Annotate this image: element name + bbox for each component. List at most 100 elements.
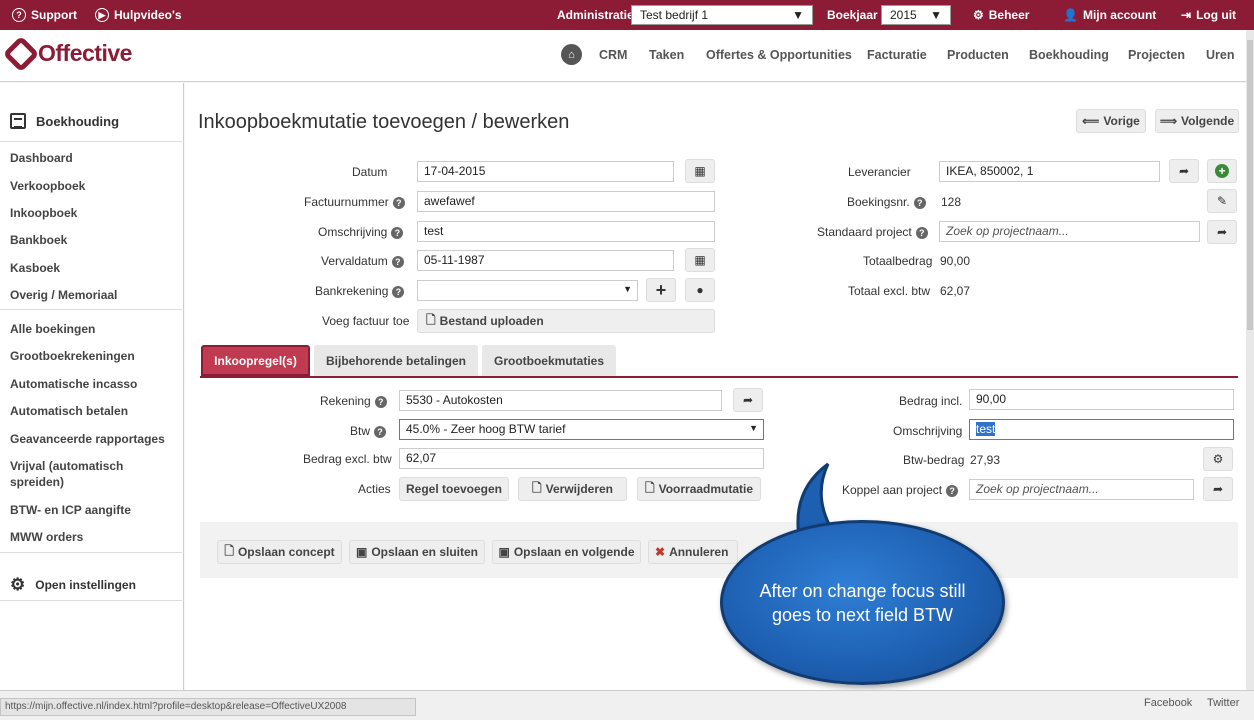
sidebar-item-rapportages[interactable]: Geavanceerde rapportages (10, 431, 170, 447)
bedrag-excl-field[interactable]: 62,07 (399, 448, 764, 469)
calendar-icon[interactable]: ▦ (685, 159, 715, 183)
sidebar-item-dashboard[interactable]: Dashboard (10, 150, 170, 166)
sidebar-item-verkoopboek[interactable]: Verkoopboek (10, 178, 170, 194)
logo-icon (2, 35, 40, 72)
gear-icon[interactable]: ⚙ (1203, 447, 1233, 471)
nav-offertes[interactable]: Offertes & Opportunities (706, 30, 852, 80)
datum-field[interactable]: 17-04-2015 (417, 161, 674, 182)
tab-grootboekmutaties[interactable]: Grootboekmutaties (482, 345, 616, 376)
cancel-button[interactable]: ✖ Annuleren (648, 540, 738, 564)
bankrekening-select[interactable]: ▼ (417, 280, 638, 301)
save-icon: ▣ (498, 545, 510, 559)
help-icon: ? (392, 196, 405, 209)
upload-button[interactable]: 🗋 Bestand uploaden (417, 309, 715, 333)
share-arrow-icon[interactable]: ➦ (1207, 220, 1237, 244)
share-arrow-icon[interactable]: ➦ (1169, 159, 1199, 183)
administration-select[interactable]: Test bedrijf 1 ▼ (631, 5, 813, 25)
sidebar-item-automatische-incasso[interactable]: Automatische incasso (10, 376, 170, 392)
nav-uren[interactable]: Uren (1206, 30, 1234, 80)
file-icon: 🗋 (644, 480, 655, 495)
brand-logo[interactable]: Offective (2, 35, 132, 72)
totaalbedrag-label: Totaalbedrag (863, 254, 933, 268)
boekingsnr-label: Boekingsnr.? (847, 195, 926, 209)
file-icon: 🗋 (426, 312, 436, 327)
nav-projecten[interactable]: Projecten (1128, 30, 1185, 80)
twitter-link[interactable]: Twitter (1207, 697, 1239, 709)
omschrijving-label: Omschrijving? (318, 225, 404, 239)
file-icon: 🗋 (224, 543, 234, 558)
line-omschrijving-field[interactable]: test (969, 419, 1234, 440)
save-next-button[interactable]: ▣ Opslaan en volgende (492, 540, 641, 564)
rekening-field[interactable]: 5530 - Autokosten (399, 390, 722, 411)
sidebar-item-alle-boekingen[interactable]: Alle boekingen (10, 321, 170, 337)
divider (0, 141, 182, 142)
save-close-button[interactable]: ▣ Opslaan en sluiten (349, 540, 485, 564)
sidebar-item-automatisch-betalen[interactable]: Automatisch betalen (10, 403, 170, 419)
btw-label: Btw? (350, 424, 387, 438)
std-project-field[interactable]: Zoek op projectnaam... (939, 221, 1200, 242)
leverancier-field[interactable]: IKEA, 850002, 1 (939, 161, 1160, 182)
home-icon[interactable]: ⌂ (561, 44, 582, 65)
next-button[interactable]: ⟹ Volgende (1155, 109, 1239, 133)
arrow-right-icon: ⟹ (1159, 114, 1178, 128)
manage-link[interactable]: ⚙ Beheer (973, 0, 1029, 30)
nav-producten[interactable]: Producten (947, 30, 1009, 80)
help-videos-link[interactable]: ▶ Hulpvideo's (95, 0, 182, 30)
koppel-project-field[interactable]: Zoek op projectnaam... (969, 479, 1194, 500)
scrollbar-thumb[interactable] (1247, 40, 1253, 330)
arrow-left-icon: ⟸ (1082, 114, 1100, 128)
prev-button[interactable]: ⟸ Vorige (1076, 109, 1146, 133)
help-icon: ? (915, 226, 928, 239)
save-concept-button[interactable]: 🗋 Opslaan concept (217, 540, 342, 564)
line-omschrijving-label: Omschrijving (893, 424, 963, 438)
remove-line-button[interactable]: 🗋 Verwijderen (518, 477, 627, 501)
nav-facturatie[interactable]: Facturatie (867, 30, 927, 80)
facebook-link[interactable]: Facebook (1144, 697, 1192, 709)
factuurnummer-field[interactable]: awefawef (417, 191, 715, 212)
main-header: Offective ⌂ CRM Taken Offertes & Opportu… (0, 30, 1246, 82)
chevron-down-icon: ▼ (623, 284, 632, 294)
vervaldatum-label: Vervaldatum? (321, 254, 404, 268)
compass-icon[interactable]: ● (685, 278, 715, 302)
support-link[interactable]: ? Support (12, 0, 77, 30)
sidebar-item-vrijval[interactable]: Vrijval (automatisch spreiden) (10, 458, 140, 490)
bedrag-excl-label: Bedrag excl. btw (303, 452, 392, 466)
tab-inkoopregels[interactable]: Inkoopregel(s) (201, 345, 310, 376)
voeg-factuur-label: Voeg factuur toe (322, 314, 410, 328)
sidebar-settings-link[interactable]: ⚙ Open instellingen (10, 575, 136, 595)
help-icon: ? (374, 425, 387, 438)
sidebar-item-inkoopboek[interactable]: Inkoopboek (10, 205, 170, 221)
add-line-button[interactable]: Regel toevoegen (399, 477, 509, 501)
share-arrow-icon[interactable]: ➦ (733, 388, 763, 412)
sidebar-item-kasboek[interactable]: Kasboek (10, 260, 170, 276)
sidebar-item-memoriaal[interactable]: Overig / Memoriaal (10, 287, 170, 303)
logout-link[interactable]: ⇥ Log uit (1181, 0, 1236, 30)
nav-boekhouding[interactable]: Boekhouding (1029, 30, 1109, 80)
add-circle-icon[interactable]: + (1207, 159, 1237, 183)
edit-icon[interactable]: ✎ (1207, 189, 1237, 213)
omschrijving-field[interactable]: test (417, 221, 715, 242)
bedrag-incl-field[interactable]: 90,00 (969, 389, 1234, 410)
tab-betalingen[interactable]: Bijbehorende betalingen (314, 345, 478, 376)
sidebar-item-mww-orders[interactable]: MWW orders (10, 529, 170, 545)
btw-select[interactable]: 45.0% - Zeer hoog BTW tarief ▼ (399, 419, 764, 440)
vervaldatum-field[interactable]: 05-11-1987 (417, 250, 674, 271)
sidebar: Boekhouding Dashboard Verkoopboek Inkoop… (0, 83, 184, 690)
status-url: https://mijn.offective.nl/index.html?pro… (0, 698, 416, 716)
scrollbar[interactable] (1246, 30, 1254, 690)
share-arrow-icon[interactable]: ➦ (1203, 477, 1233, 501)
close-icon: ✖ (655, 545, 666, 559)
sidebar-item-bankboek[interactable]: Bankboek (10, 232, 170, 248)
calendar-icon[interactable]: ▦ (685, 248, 715, 272)
sidebar-item-grootboekrekeningen[interactable]: Grootboekrekeningen (10, 348, 170, 364)
plus-icon[interactable]: + (646, 278, 676, 302)
sidebar-item-btw-icp[interactable]: BTW- en ICP aangifte (10, 502, 170, 518)
stock-mutation-button[interactable]: 🗋 Voorraadmutatie (637, 477, 761, 501)
year-select[interactable]: 2015 ▼ (881, 5, 951, 25)
nav-crm[interactable]: CRM (599, 30, 627, 80)
user-icon: 👤 (1063, 8, 1078, 22)
account-link[interactable]: 👤 Mijn account (1063, 0, 1156, 30)
help-icon: ? (391, 226, 404, 239)
nav-taken[interactable]: Taken (649, 30, 684, 80)
tab-underline (200, 376, 1238, 378)
